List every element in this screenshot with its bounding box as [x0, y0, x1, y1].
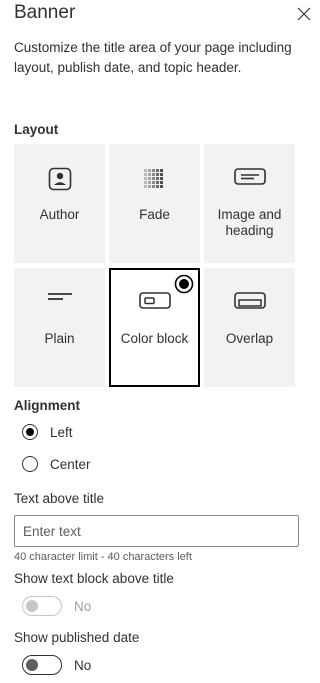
layout-option-label: Overlap [225, 331, 274, 346]
layout-grid: Author Fade Image and heading Plain Colo… [14, 144, 296, 387]
layout-option-label: Image and heading [217, 207, 282, 238]
alignment-option-center[interactable]: Center [22, 456, 91, 472]
text-above-title-input[interactable] [14, 515, 299, 547]
radio-label: Left [50, 424, 73, 440]
toggle-knob [26, 659, 38, 671]
fade-icon [143, 169, 163, 188]
alignment-option-left[interactable]: Left [22, 424, 73, 440]
layout-option-overlap[interactable]: Overlap [204, 268, 295, 387]
show-text-block-label: Show text block above title [14, 571, 174, 586]
toggle-state-label: No [74, 657, 92, 673]
toggle-state-label: No [74, 598, 92, 614]
layout-option-label: Author [39, 207, 80, 222]
radio-label: Center [50, 456, 91, 472]
show-text-block-toggle [22, 596, 62, 616]
overlap-icon [233, 292, 266, 309]
alignment-label: Alignment [14, 398, 80, 413]
close-button[interactable] [296, 6, 312, 22]
show-published-date-toggle-row: No [22, 655, 91, 675]
layout-option-label: Plain [44, 331, 75, 346]
panel-title: Banner [14, 2, 76, 23]
toggle-knob [26, 600, 38, 612]
layout-option-image-and-heading[interactable]: Image and heading [204, 144, 295, 263]
show-published-date-label: Show published date [14, 630, 140, 645]
layout-option-plain[interactable]: Plain [14, 268, 105, 387]
layout-label: Layout [14, 122, 59, 137]
image-and-heading-icon [233, 168, 266, 185]
character-limit-hint: 40 character limit - 40 characters left [14, 551, 192, 563]
text-above-title-label: Text above title [14, 491, 105, 506]
show-text-block-toggle-row: No [22, 596, 91, 616]
radio-button-checked[interactable] [22, 424, 38, 440]
selected-check-icon [174, 274, 194, 294]
layout-option-fade[interactable]: Fade [109, 144, 200, 263]
layout-option-label: Color block [120, 331, 189, 346]
layout-option-label: Fade [139, 207, 170, 222]
plain-icon [47, 293, 72, 300]
close-icon [297, 7, 311, 21]
show-published-date-toggle[interactable] [22, 655, 62, 675]
color-block-icon [138, 292, 171, 309]
panel-description: Customize the title area of your page in… [14, 40, 292, 75]
layout-option-author[interactable]: Author [14, 144, 105, 263]
author-icon [48, 167, 71, 191]
layout-option-color-block[interactable]: Color block [109, 268, 200, 387]
radio-button[interactable] [22, 456, 38, 472]
